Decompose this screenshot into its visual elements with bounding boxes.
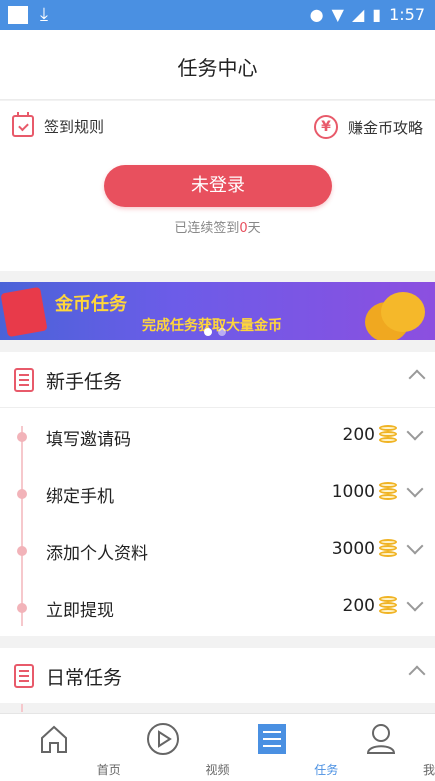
- daily-tasks-title: 日常任务: [46, 667, 123, 689]
- chevron-up-icon[interactable]: [408, 369, 426, 387]
- task-name: 立即提现: [46, 601, 114, 621]
- task-list-icon: [257, 724, 286, 754]
- yen-icon: ¥: [313, 115, 338, 139]
- task-reward: 200: [342, 425, 375, 445]
- tab-home[interactable]: 首页: [0, 714, 121, 781]
- signin-streak-text: 已连续签到0天: [0, 217, 435, 236]
- task-reward: 1000: [331, 482, 375, 502]
- coin-stack-icon: [379, 596, 399, 618]
- play-icon: [147, 723, 180, 755]
- home-icon: [41, 725, 68, 753]
- chevron-down-icon[interactable]: [406, 480, 424, 498]
- earn-coins-tips-label: 赚金币攻略: [347, 118, 423, 137]
- banner-page-dot[interactable]: [204, 328, 212, 336]
- page-header: 任务中心: [0, 30, 435, 100]
- task-list-icon: [14, 368, 34, 392]
- task-reward: 200: [342, 596, 375, 616]
- timeline-dot: [17, 546, 27, 556]
- download-icon: ⤓: [40, 4, 48, 25]
- chevron-down-icon[interactable]: [406, 537, 424, 555]
- bottom-tab-bar: 首页 视频 任务 我的: [0, 713, 435, 781]
- newbie-tasks-section: 新手任务 填写邀请码 200 绑定手机 1000 添加个人资料 3000 立即提…: [0, 352, 435, 636]
- streak-prefix: 已连续签到: [174, 221, 240, 236]
- calendar-check-icon: [12, 112, 34, 137]
- location-icon: ●: [309, 5, 324, 24]
- newbie-tasks-title: 新手任务: [46, 371, 123, 393]
- timeline-dot: [17, 432, 27, 442]
- signin-rules-label: 签到规则: [44, 117, 105, 136]
- streak-days: 0: [239, 221, 248, 236]
- login-button[interactable]: 未登录: [104, 165, 332, 207]
- task-name: 添加个人资料: [46, 544, 148, 564]
- tab-profile[interactable]: 我的: [326, 714, 435, 781]
- earn-coins-tips-link[interactable]: ¥ 赚金币攻略: [313, 115, 423, 139]
- wifi-icon: ▼: [331, 5, 344, 24]
- signin-rules-link[interactable]: 签到规则: [12, 112, 105, 137]
- tab-tasks[interactable]: 任务: [218, 714, 338, 781]
- timeline-dot: [17, 489, 27, 499]
- task-reward: 3000: [331, 539, 375, 559]
- status-icons: ● ▼ ◢ ▮ 1:57: [310, 5, 425, 24]
- status-bar: ⤓ ● ▼ ◢ ▮ 1:57: [0, 0, 435, 30]
- banner-pager: [204, 328, 226, 336]
- banner-title: 金币任务: [55, 294, 127, 315]
- coin-task-banner[interactable]: 金币任务 完成任务获取大量金币: [0, 282, 435, 340]
- chevron-down-icon[interactable]: [406, 423, 424, 441]
- chevron-down-icon[interactable]: [406, 594, 424, 612]
- newbie-tasks-header[interactable]: 新手任务: [0, 352, 435, 408]
- coin-stack-icon: [379, 425, 399, 447]
- profile-icon: [366, 724, 395, 754]
- coin-stack-icon: [381, 292, 425, 332]
- notification-square-icon: [8, 6, 28, 24]
- chevron-up-icon[interactable]: [408, 665, 426, 683]
- newbie-task-list: 填写邀请码 200 绑定手机 1000 添加个人资料 3000 立即提现 200: [0, 408, 435, 636]
- coin-stack-icon: [379, 482, 399, 504]
- signin-card: 签到规则 ¥ 赚金币攻略 未登录 已连续签到0天: [0, 101, 435, 271]
- signal-icon: ◢: [351, 5, 365, 24]
- red-envelope-icon: [0, 286, 48, 338]
- streak-suffix: 天: [247, 221, 261, 236]
- list-item[interactable]: 添加个人资料 3000: [0, 522, 435, 579]
- list-item[interactable]: 填写邀请码 200: [0, 408, 435, 465]
- list-item[interactable]: 立即提现 200: [0, 579, 435, 636]
- coin-stack-icon: [379, 539, 399, 561]
- daily-tasks-section: 日常任务: [0, 648, 435, 712]
- status-time: 1:57: [389, 5, 425, 24]
- task-name: 填写邀请码: [46, 430, 131, 450]
- banner-page-dot[interactable]: [218, 328, 226, 336]
- task-list-icon: [14, 664, 34, 688]
- timeline-dot: [17, 603, 27, 613]
- battery-icon: ▮: [372, 5, 382, 24]
- task-name: 绑定手机: [46, 487, 114, 507]
- daily-tasks-header[interactable]: 日常任务: [0, 648, 435, 704]
- task-timeline: [21, 704, 23, 712]
- list-item[interactable]: 绑定手机 1000: [0, 465, 435, 522]
- tab-profile-label: 我的: [422, 763, 435, 777]
- page-title: 任务中心: [177, 56, 258, 80]
- tab-video[interactable]: 视频: [109, 714, 230, 781]
